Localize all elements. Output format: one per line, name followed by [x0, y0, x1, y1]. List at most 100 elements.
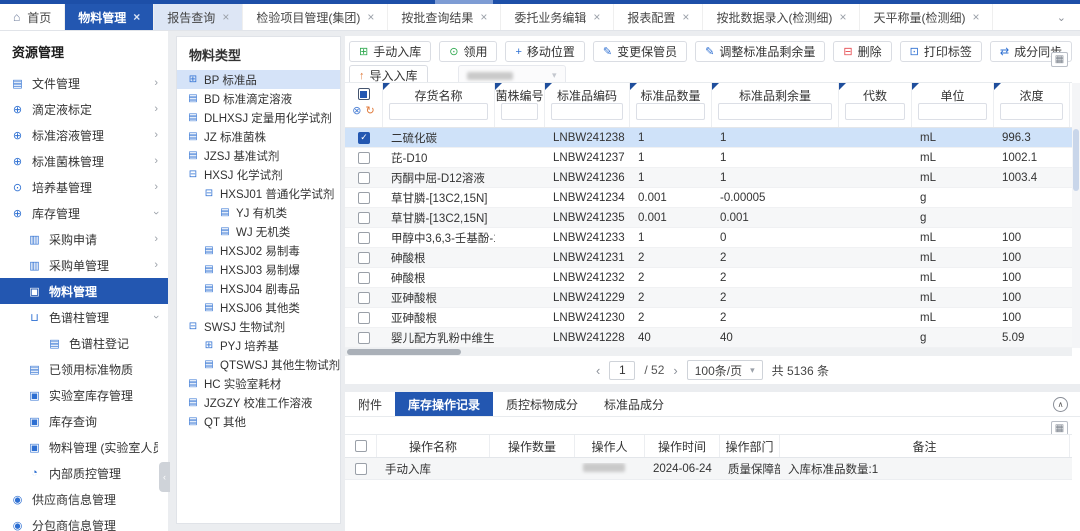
table-row[interactable]: 婴儿配方乳粉中维生素B1、...LNBW2412284040g5.09: [345, 328, 1072, 348]
tree-node-8[interactable]: ▤WJ 无机类: [177, 222, 340, 241]
row-checkbox[interactable]: [358, 312, 370, 324]
sidebar-item-0[interactable]: ▤文件管理›: [0, 70, 168, 96]
table-row[interactable]: 芘-D10LNBW24123711mL1002.1: [345, 148, 1072, 168]
tree-node-10[interactable]: ▤HXSJ03 易制爆: [177, 260, 340, 279]
reset-filter-icon[interactable]: ↻: [366, 104, 375, 117]
window-tab-0[interactable]: ⌂首页: [0, 4, 65, 30]
window-tab-2[interactable]: 报告查询×: [154, 4, 243, 30]
sidebar-item-7[interactable]: ▥采购单管理›: [0, 252, 168, 278]
bottom-tab-3[interactable]: 标准品成分: [591, 392, 677, 416]
delete-button[interactable]: ⊟删除: [833, 41, 891, 62]
sidebar-collapse-handle[interactable]: ‹: [159, 462, 170, 492]
table-row[interactable]: 二硫化碳LNBW24123811mL996.3: [345, 128, 1072, 148]
table-row[interactable]: 亚砷酸根LNBW24123022mL100: [345, 308, 1072, 328]
close-icon[interactable]: ×: [682, 11, 689, 23]
sidebar-item-8[interactable]: ▣物料管理: [0, 278, 168, 304]
tabs-overflow-chevron-icon[interactable]: ⌄: [1043, 4, 1080, 30]
sidebar-item-14[interactable]: ▣物料管理 (实验室人员): [0, 434, 168, 460]
tree-node-13[interactable]: ⊟SWSJ 生物试剂: [177, 317, 340, 336]
close-icon[interactable]: ×: [367, 11, 374, 23]
row-checkbox[interactable]: [358, 192, 370, 204]
tree-node-2[interactable]: ▤DLHXSJ 定量用化学试剂: [177, 108, 340, 127]
op-select-all-checkbox[interactable]: [355, 440, 367, 452]
tree-node-1[interactable]: ▤BD 标准滴定溶液: [177, 89, 340, 108]
table-row[interactable]: 草甘膦-[13C2,15N]LNBW2412340.001-0.00005g: [345, 188, 1072, 208]
tree-node-17[interactable]: ▤JZGZY 校准工作溶液: [177, 393, 340, 412]
column-filter-input-unit[interactable]: [918, 103, 987, 120]
row-checkbox[interactable]: [358, 132, 370, 144]
row-checkbox[interactable]: [358, 172, 370, 184]
tree-node-15[interactable]: ▤QTSWSJ 其他生物试剂: [177, 355, 340, 374]
table-row[interactable]: 砷酸根LNBW24123122mL100: [345, 248, 1072, 268]
tree-node-12[interactable]: ▤HXSJ06 其他类: [177, 298, 340, 317]
sidebar-item-11[interactable]: ▤已领用标准物质: [0, 356, 168, 382]
select-all-checkbox[interactable]: [358, 88, 370, 100]
print-label-button[interactable]: ⊡打印标签: [900, 41, 982, 62]
column-filter-input-name[interactable]: [389, 103, 488, 120]
manual-inbound-button[interactable]: ⊞手动入库: [349, 41, 431, 62]
expand-node-icon[interactable]: ⊞: [203, 340, 215, 351]
column-filter-input-remain[interactable]: [718, 103, 832, 120]
column-filter-input-gen[interactable]: [845, 103, 905, 120]
operation-row[interactable]: 手动入库2024-06-24质量保障部入库标准品数量:1: [345, 458, 1072, 480]
next-page-button[interactable]: ›: [673, 363, 677, 378]
window-tab-7[interactable]: 按批数据录入(检测细)×: [703, 4, 860, 30]
requisition-button[interactable]: ⊙领用: [439, 41, 497, 62]
sidebar-item-12[interactable]: ▣实验室库存管理: [0, 382, 168, 408]
change-custodian-button[interactable]: ✎变更保管员: [593, 41, 687, 62]
op-row-checkbox[interactable]: [355, 463, 367, 475]
collapse-node-icon[interactable]: ⊟: [187, 321, 199, 332]
clear-filter-icon[interactable]: ⊗: [352, 104, 361, 117]
column-filter-input-conc[interactable]: [1000, 103, 1063, 120]
tree-node-11[interactable]: ▤HXSJ04 剧毒品: [177, 279, 340, 298]
bottom-tab-1[interactable]: 库存操作记录: [395, 392, 493, 416]
row-checkbox[interactable]: [358, 152, 370, 164]
tree-node-16[interactable]: ▤HC 实验室耗材: [177, 374, 340, 393]
prev-page-button[interactable]: ‹: [596, 363, 600, 378]
tree-node-9[interactable]: ▤HXSJ02 易制毒: [177, 241, 340, 260]
column-filter-input-strain[interactable]: [501, 103, 538, 120]
table-row[interactable]: 丙酮中屈-D12溶液LNBW24123611mL1003.4: [345, 168, 1072, 188]
adjust-remaining-button[interactable]: ✎调整标准品剩余量: [695, 41, 825, 62]
collapse-node-icon[interactable]: ⊟: [203, 188, 215, 199]
close-icon[interactable]: ×: [480, 11, 487, 23]
row-checkbox[interactable]: [358, 272, 370, 284]
row-checkbox[interactable]: [358, 292, 370, 304]
expand-node-icon[interactable]: ⊞: [187, 74, 199, 85]
column-settings-icon[interactable]: ▦: [1051, 52, 1068, 67]
sidebar-item-17[interactable]: ◉分包商信息管理: [0, 512, 168, 531]
tree-node-6[interactable]: ⊟HXSJ01 普通化学试剂: [177, 184, 340, 203]
tree-node-4[interactable]: ▤JZSJ 基准试剂: [177, 146, 340, 165]
sidebar-item-15[interactable]: ◔内部质控管理: [0, 460, 168, 486]
collapse-panel-icon[interactable]: ∧: [1053, 397, 1068, 412]
column-filter-input-qty[interactable]: [636, 103, 705, 120]
tree-node-0[interactable]: ⊞BP 标准品: [177, 70, 340, 89]
window-tab-5[interactable]: 委托业务编辑×: [501, 4, 614, 30]
sidebar-item-5[interactable]: ⊕库存管理›: [0, 200, 168, 226]
move-position-button[interactable]: +移动位置: [505, 41, 584, 62]
row-checkbox[interactable]: [358, 232, 370, 244]
sidebar-item-16[interactable]: ◉供应商信息管理: [0, 486, 168, 512]
tree-node-3[interactable]: ▤JZ 标准菌株: [177, 127, 340, 146]
table-row[interactable]: 砷酸根LNBW24123222mL100: [345, 268, 1072, 288]
tree-node-18[interactable]: ▤QT 其他: [177, 412, 340, 431]
table-row[interactable]: 草甘膦-[13C2,15N]LNBW2412350.0010.001g: [345, 208, 1072, 228]
tree-node-7[interactable]: ▤YJ 有机类: [177, 203, 340, 222]
sidebar-item-4[interactable]: ⊙培养基管理›: [0, 174, 168, 200]
sidebar-item-13[interactable]: ▣库存查询: [0, 408, 168, 434]
vertical-scrollbar-thumb[interactable]: [1073, 129, 1079, 191]
row-checkbox[interactable]: [358, 212, 370, 224]
tree-node-5[interactable]: ⊟HXSJ 化学试剂: [177, 165, 340, 184]
collapse-node-icon[interactable]: ⊟: [187, 169, 199, 180]
horizontal-scrollbar-thumb[interactable]: [347, 349, 461, 355]
window-tab-6[interactable]: 报表配置×: [614, 4, 703, 30]
bottom-tab-2[interactable]: 质控标物成分: [493, 392, 591, 416]
bottom-tab-0[interactable]: 附件: [345, 392, 395, 416]
close-icon[interactable]: ×: [972, 11, 979, 23]
table-row[interactable]: 甲醇中3,6,3-壬基酚-13C6LNBW24123310mL100: [345, 228, 1072, 248]
close-icon[interactable]: ×: [839, 11, 846, 23]
current-page-input[interactable]: 1: [609, 361, 635, 380]
window-tab-1[interactable]: 物料管理×: [65, 4, 154, 30]
window-tab-3[interactable]: 检验项目管理(集团)×: [243, 4, 388, 30]
column-filter-input-code[interactable]: [551, 103, 623, 120]
